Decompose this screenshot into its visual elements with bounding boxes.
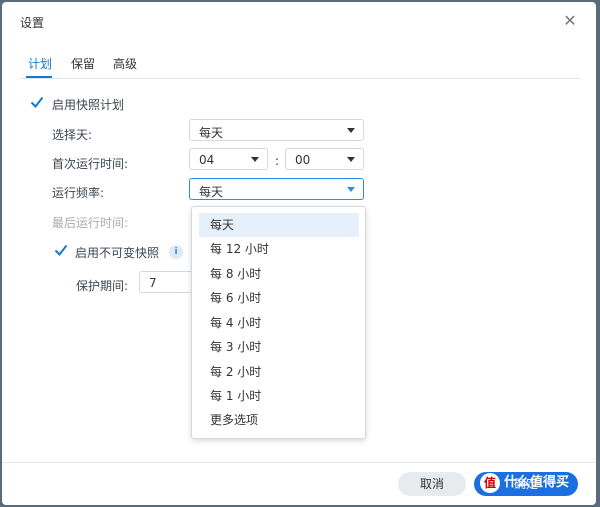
frequency-options-list: 每天 每 12 小时 每 8 小时 每 6 小时 每 4 小时 每 3 小时 每… [191, 206, 366, 439]
checkmark-icon [54, 244, 68, 257]
watermark: 值什么值得买 [480, 471, 569, 497]
tab-schedule[interactable]: 计划 [28, 55, 52, 72]
select-day-label: 选择天: [52, 128, 93, 142]
option-daily[interactable]: 每天 [199, 213, 359, 237]
select-day-dropdown[interactable]: 每天 [189, 119, 364, 141]
minute-select[interactable]: 00 [285, 148, 364, 170]
minute-value: 00 [295, 153, 311, 167]
watermark-logo-icon: 值 [480, 472, 500, 493]
enable-immutable-checkbox[interactable] [54, 243, 68, 257]
tab-bar: 计划 保留 高级 [20, 40, 580, 79]
protection-period-input[interactable]: 7 [139, 271, 194, 293]
close-icon[interactable]: ✕ [560, 11, 580, 31]
protection-period-label: 保护期间: [76, 279, 129, 293]
enable-immutable-label: 启用不可变快照 [75, 246, 160, 260]
run-frequency-value: 每天 [199, 185, 224, 199]
active-tab-indicator [26, 76, 52, 78]
run-frequency-label: 运行频率: [52, 186, 105, 200]
info-icon[interactable]: i [169, 245, 183, 259]
chevron-down-icon [251, 157, 259, 162]
enable-schedule-checkbox[interactable] [30, 95, 44, 109]
option-more[interactable]: 更多选项 [199, 408, 359, 432]
dialog-titlebar: 设置 ✕ [2, 2, 596, 40]
cancel-button[interactable]: 取消 [398, 472, 466, 496]
chevron-down-icon [347, 187, 355, 192]
option-every-8-hours[interactable]: 每 8 小时 [199, 262, 359, 286]
hour-select[interactable]: 04 [189, 148, 268, 170]
dialog-footer: 取消 确定 值什么值得买 [2, 462, 596, 505]
run-frequency-dropdown[interactable]: 每天 [189, 178, 364, 200]
option-every-6-hours[interactable]: 每 6 小时 [199, 286, 359, 310]
option-every-2-hours[interactable]: 每 2 小时 [199, 360, 359, 384]
time-separator: : [275, 154, 280, 168]
chevron-down-icon [347, 128, 355, 133]
protection-period-value: 7 [149, 276, 157, 290]
tab-advanced[interactable]: 高级 [113, 55, 137, 72]
option-every-4-hours[interactable]: 每 4 小时 [199, 311, 359, 335]
option-every-12-hours[interactable]: 每 12 小时 [199, 237, 359, 261]
enable-schedule-label: 启用快照计划 [52, 98, 125, 112]
first-run-time-label: 首次运行时间: [52, 157, 129, 171]
tab-retention[interactable]: 保留 [71, 55, 95, 72]
option-every-1-hour[interactable]: 每 1 小时 [199, 384, 359, 408]
watermark-text: 什么值得买 [504, 475, 570, 490]
option-every-3-hours[interactable]: 每 3 小时 [199, 335, 359, 359]
dialog-title: 设置 [20, 16, 45, 30]
chevron-down-icon [347, 157, 355, 162]
settings-dialog: 设置 ✕ 计划 保留 高级 启用快照计划 选择天: 每天 首次运行时间: 04 … [2, 2, 596, 505]
last-run-time-label: 最后运行时间: [52, 216, 129, 230]
checkmark-icon [30, 96, 44, 109]
hour-value: 04 [199, 153, 215, 167]
select-day-value: 每天 [199, 126, 224, 140]
